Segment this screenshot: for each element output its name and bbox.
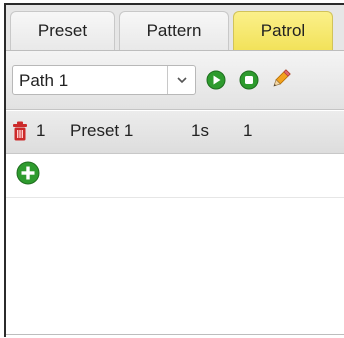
row-preset: Preset 1: [70, 121, 134, 140]
path-select-value: Path 1: [19, 71, 69, 90]
stop-icon[interactable]: [239, 70, 259, 90]
play-icon[interactable]: [206, 70, 226, 90]
pencil-icon[interactable]: [270, 68, 292, 90]
tab-pattern-label: Pattern: [146, 21, 202, 40]
tab-patrol-label: Patrol: [260, 21, 306, 40]
tab-preset-label: Preset: [37, 21, 88, 40]
chevron-down-icon[interactable]: [172, 72, 192, 88]
patrol-panel: Preset Pattern Patrol Path 1 1 Preset 1 …: [4, 3, 344, 337]
tab-preset[interactable]: Preset: [10, 11, 115, 50]
path-select[interactable]: Path 1: [12, 65, 196, 95]
panel-bottom-border: [6, 334, 344, 335]
path-select-divider: [167, 66, 168, 94]
add-icon[interactable]: [16, 161, 40, 185]
tab-pattern[interactable]: Pattern: [119, 11, 229, 50]
tab-patrol[interactable]: Patrol: [233, 11, 333, 50]
row-divider: [6, 197, 344, 198]
row-speed: 1: [243, 121, 253, 140]
tab-bar: Preset Pattern Patrol: [6, 5, 344, 51]
patrol-row[interactable]: 1 Preset 1 1s 1: [6, 111, 344, 154]
patrol-toolbar: Path 1: [6, 51, 344, 110]
trash-icon[interactable]: [12, 120, 28, 142]
row-time: 1s: [191, 121, 209, 140]
row-index: 1: [36, 121, 46, 140]
